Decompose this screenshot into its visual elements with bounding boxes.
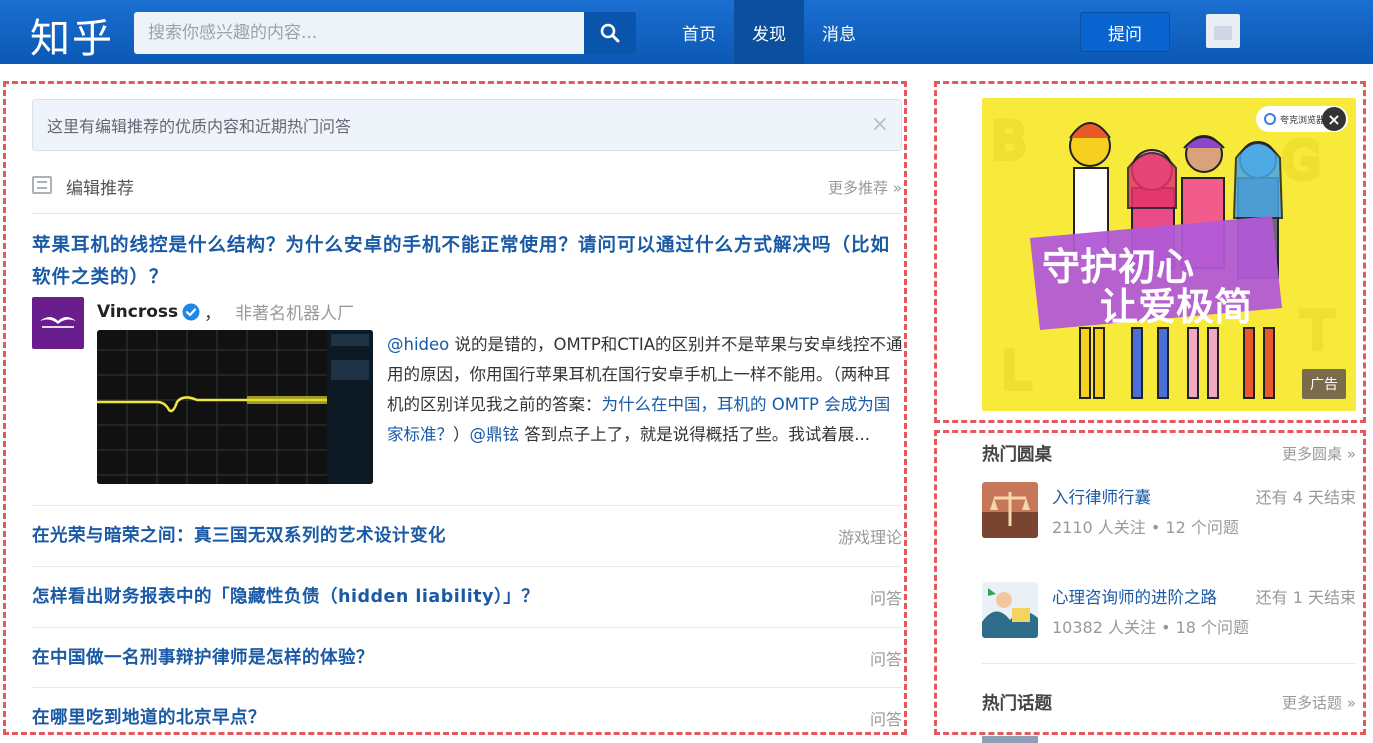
- search-icon: [600, 23, 620, 43]
- author-name[interactable]: Vincross: [97, 302, 178, 322]
- mention-link[interactable]: @鼎铉: [470, 425, 520, 444]
- ask-question-button[interactable]: 提问: [1080, 12, 1170, 52]
- sidebar-divider: [982, 663, 1356, 664]
- nav-home[interactable]: 首页: [664, 0, 734, 64]
- browser-logo-icon: [1264, 113, 1276, 125]
- ad-illustration: B G T L 守护初心 让爱极简: [982, 98, 1356, 411]
- nav-explore[interactable]: 发现: [734, 0, 804, 64]
- roundtable-title: 热门圆桌: [982, 445, 1052, 465]
- close-icon[interactable]: ×: [1322, 107, 1346, 131]
- oscilloscope-image: [97, 330, 373, 484]
- ad-brand-name: 夸克浏览器: [1280, 115, 1326, 126]
- roundtable-meta: 2110 人关注 • 12 个问题: [1052, 518, 1239, 537]
- roundtable-header: 热门圆桌 更多圆桌 »: [982, 441, 1356, 471]
- nav-messages[interactable]: 消息: [804, 0, 874, 64]
- author-row: Vincross ， 非著名机器人厂: [97, 299, 355, 325]
- list-item[interactable]: 在哪里吃到地道的北京早点？ 问答: [32, 687, 902, 743]
- question-tag[interactable]: 问答: [870, 646, 902, 670]
- roundtable-thumbnail[interactable]: [982, 482, 1038, 538]
- zhihu-logo[interactable]: 知乎: [30, 6, 114, 64]
- more-roundtables-link[interactable]: 更多圆桌 »: [1282, 443, 1356, 464]
- search-input[interactable]: [134, 12, 584, 54]
- roundtable-item[interactable]: 心理咨询师的进阶之路 还有 1 天结束 10382 人关注 • 18 个问题: [982, 582, 1356, 642]
- list-item[interactable]: 怎样看出财务报表中的「隐藏性负债（hidden liability）」？ 问答: [32, 566, 902, 626]
- list-item[interactable]: 在光荣与暗荣之间：真三国无双系列的艺术设计变化 游戏理论: [32, 505, 902, 565]
- question-title[interactable]: 在哪里吃到地道的北京早点？: [32, 704, 266, 729]
- close-icon[interactable]: ×: [871, 112, 889, 137]
- roundtable-remaining: 还有 4 天结束: [1255, 488, 1356, 507]
- author-bio: 非著名机器人厂: [235, 304, 355, 324]
- counseling-illustration-icon: [982, 582, 1038, 638]
- roundtable-meta: 10382 人关注 • 18 个问题: [1052, 618, 1250, 637]
- question-tag[interactable]: 游戏理论: [838, 524, 902, 548]
- svg-text:L: L: [1002, 342, 1030, 400]
- featured-question-title[interactable]: 苹果耳机的线控是什么结构？为什么安卓的手机不能正常使用？请问可以通过什么方式解决…: [32, 230, 892, 294]
- verified-icon: [182, 303, 200, 320]
- more-picks-link[interactable]: 更多推荐 »: [828, 177, 902, 198]
- question-tag[interactable]: 问答: [870, 585, 902, 609]
- roundtable-item[interactable]: 入行律师行囊 还有 4 天结束 2110 人关注 • 12 个问题: [982, 482, 1356, 542]
- scales-of-justice-icon: [982, 482, 1038, 538]
- section-title: 编辑推荐: [66, 179, 134, 199]
- svg-text:G: G: [1282, 132, 1321, 190]
- editor-picks-header: 编辑推荐 更多推荐 »: [32, 170, 902, 214]
- user-avatar[interactable]: [1206, 14, 1240, 48]
- answer-text-2: ）: [453, 425, 470, 444]
- question-tag[interactable]: 问答: [870, 706, 902, 730]
- author-separator: ，: [204, 304, 222, 324]
- topics-title: 热门话题: [982, 694, 1052, 714]
- top-navbar: 知乎 首页 发现 消息 提问: [0, 0, 1373, 64]
- answer-text-3: 答到点子上了，就是说得概括了些。我试着展...: [519, 425, 870, 444]
- question-title[interactable]: 在中国做一名刑事辩护律师是怎样的体验？: [32, 644, 374, 669]
- answer-excerpt[interactable]: @hideo 说的是错的，OMTP和CTIA的区别并不是苹果与安卓线控不通用的原…: [387, 330, 903, 450]
- ad-slogan-2: 让爱极简: [1100, 285, 1252, 329]
- search-button[interactable]: [584, 12, 636, 54]
- question-title[interactable]: 在光荣与暗荣之间：真三国无双系列的艺术设计变化: [32, 522, 446, 547]
- list-item[interactable]: 在中国做一名刑事辩护律师是怎样的体验？ 问答: [32, 627, 902, 687]
- topic-thumbnail-partial[interactable]: [982, 736, 1038, 743]
- ad-slogan-1: 守护初心: [1042, 245, 1194, 289]
- more-topics-link[interactable]: 更多话题 »: [1282, 692, 1356, 713]
- question-title[interactable]: 怎样看出财务报表中的「隐藏性负债（hidden liability）」？: [32, 583, 539, 608]
- author-avatar[interactable]: [32, 297, 84, 349]
- svg-text:B: B: [992, 112, 1026, 170]
- mention-link[interactable]: @hideo: [387, 335, 449, 354]
- vincross-logo-icon: [40, 317, 76, 328]
- ad-label: 广告: [1302, 369, 1346, 399]
- notice-text: 这里有编辑推荐的优质内容和近期热门问答: [47, 117, 352, 136]
- main-nav: 首页 发现 消息: [664, 0, 874, 64]
- svg-text:T: T: [1301, 302, 1333, 360]
- explore-notice: 这里有编辑推荐的优质内容和近期热门问答 ×: [32, 99, 902, 151]
- roundtable-name[interactable]: 心理咨询师的进阶之路: [1052, 584, 1217, 608]
- list-icon: [32, 176, 52, 194]
- ad-banner[interactable]: B G T L 守护初心 让爱极简 夸克浏览器 × 广告: [982, 98, 1356, 411]
- topics-header: 热门话题 更多话题 »: [982, 690, 1356, 720]
- roundtable-thumbnail[interactable]: [982, 582, 1038, 638]
- search-box[interactable]: [134, 12, 584, 54]
- answer-thumbnail[interactable]: [97, 330, 373, 484]
- roundtable-remaining: 还有 1 天结束: [1255, 588, 1356, 607]
- roundtable-name[interactable]: 入行律师行囊: [1052, 484, 1151, 508]
